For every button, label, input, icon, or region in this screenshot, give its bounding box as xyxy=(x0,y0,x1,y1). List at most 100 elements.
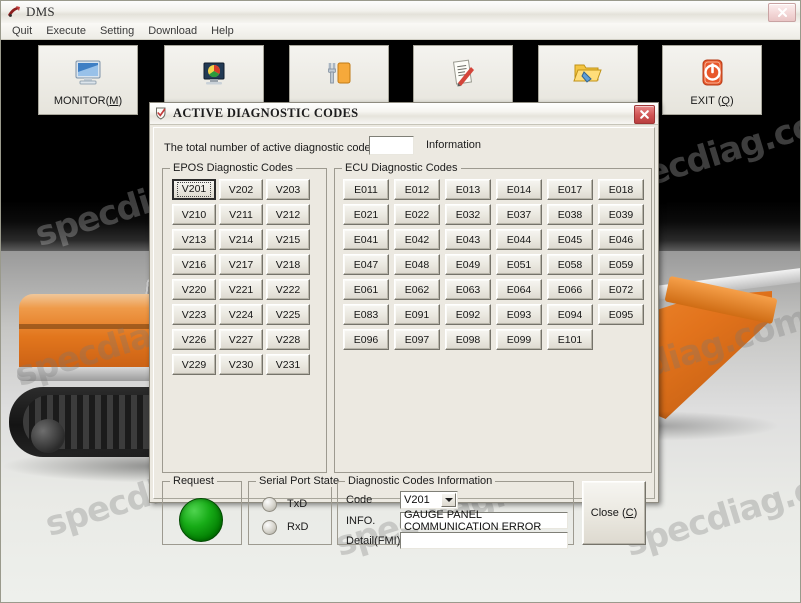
ecu-code-button[interactable]: E048 xyxy=(394,254,440,275)
epos-code-button[interactable]: V220 xyxy=(172,279,216,300)
ecu-code-button[interactable]: E038 xyxy=(547,204,593,225)
ecu-code-button[interactable]: E058 xyxy=(547,254,593,275)
menu-item-download[interactable]: Download xyxy=(141,24,204,38)
ecu-code-button[interactable]: E046 xyxy=(598,229,644,250)
ecu-code-button[interactable]: E093 xyxy=(496,304,542,325)
epos-code-button[interactable]: V228 xyxy=(266,329,310,350)
ecu-code-button[interactable]: E094 xyxy=(547,304,593,325)
ecu-code-button[interactable]: E045 xyxy=(547,229,593,250)
ecu-code-button[interactable]: E059 xyxy=(598,254,644,275)
dialog-close-icon-button[interactable] xyxy=(634,105,655,124)
toolbar-button-monitor[interactable]: MONITOR(M) xyxy=(38,45,138,115)
epos-code-button[interactable]: V218 xyxy=(266,254,310,275)
ecu-code-button[interactable]: E043 xyxy=(445,229,491,250)
ecu-code-button[interactable]: E092 xyxy=(445,304,491,325)
epos-code-button[interactable]: V223 xyxy=(172,304,216,325)
ecu-code-button[interactable]: E063 xyxy=(445,279,491,300)
code-dropdown[interactable]: V201 xyxy=(400,491,458,509)
request-group: Request xyxy=(162,475,242,545)
ecu-code-button-label: E045 xyxy=(557,233,583,246)
epos-code-button[interactable]: V231 xyxy=(266,354,310,375)
epos-code-button[interactable]: V224 xyxy=(219,304,263,325)
epos-code-button[interactable]: V203 xyxy=(266,179,310,200)
menu-item-setting[interactable]: Setting xyxy=(93,24,141,38)
ecu-code-button-label: E097 xyxy=(404,333,430,346)
chart-monitor-icon xyxy=(197,58,231,88)
ecu-code-button[interactable]: E097 xyxy=(394,329,440,350)
detail-fmi-field[interactable] xyxy=(400,532,568,549)
ecu-code-button-label: E096 xyxy=(353,333,379,346)
window-close-button[interactable] xyxy=(768,3,796,22)
ecu-code-button[interactable]: E022 xyxy=(394,204,440,225)
ecu-code-button[interactable]: E095 xyxy=(598,304,644,325)
ecu-code-button[interactable]: E066 xyxy=(547,279,593,300)
ecu-code-button[interactable]: E091 xyxy=(394,304,440,325)
ecu-code-button[interactable]: E047 xyxy=(343,254,389,275)
epos-code-button[interactable]: V229 xyxy=(172,354,216,375)
information-label: Information xyxy=(426,139,482,151)
ecu-code-button[interactable]: E014 xyxy=(496,179,542,200)
epos-code-button[interactable]: V210 xyxy=(172,204,216,225)
ecu-code-button[interactable]: E032 xyxy=(445,204,491,225)
epos-code-button[interactable]: V227 xyxy=(219,329,263,350)
epos-code-button[interactable]: V202 xyxy=(219,179,263,200)
chevron-down-icon[interactable] xyxy=(441,493,456,507)
ecu-code-button[interactable]: E098 xyxy=(445,329,491,350)
epos-code-button-label: V201 xyxy=(176,182,212,197)
epos-code-button[interactable]: V216 xyxy=(172,254,216,275)
ecu-code-button[interactable]: E096 xyxy=(343,329,389,350)
epos-code-button[interactable]: V212 xyxy=(266,204,310,225)
shield-check-icon xyxy=(154,106,169,121)
total-codes-field[interactable] xyxy=(369,136,414,155)
ecu-code-button[interactable]: E101 xyxy=(547,329,593,350)
ecu-code-button[interactable]: E041 xyxy=(343,229,389,250)
epos-code-button[interactable]: V225 xyxy=(266,304,310,325)
epos-code-button[interactable]: V226 xyxy=(172,329,216,350)
epos-code-button[interactable]: V213 xyxy=(172,229,216,250)
info-value-field[interactable]: GAUGE PANEL COMMUNICATION ERROR xyxy=(400,509,568,533)
request-lamp[interactable] xyxy=(179,498,223,542)
ecu-code-button[interactable]: E021 xyxy=(343,204,389,225)
ecu-code-button[interactable]: E062 xyxy=(394,279,440,300)
ecu-code-button[interactable]: E072 xyxy=(598,279,644,300)
ecu-code-button[interactable]: E064 xyxy=(496,279,542,300)
ecu-code-button[interactable]: E011 xyxy=(343,179,389,200)
ecu-code-button-label: E037 xyxy=(506,208,532,221)
ecu-code-button[interactable]: E049 xyxy=(445,254,491,275)
ecu-code-button-label: E021 xyxy=(353,208,379,221)
epos-code-button[interactable]: V221 xyxy=(219,279,263,300)
epos-code-button[interactable]: V230 xyxy=(219,354,263,375)
ecu-code-button[interactable]: E051 xyxy=(496,254,542,275)
ecu-code-button-label: E039 xyxy=(608,208,634,221)
ecu-code-button[interactable]: E018 xyxy=(598,179,644,200)
menu-item-quit[interactable]: Quit xyxy=(5,24,39,38)
epos-code-button[interactable]: V214 xyxy=(219,229,263,250)
ecu-code-button[interactable]: E017 xyxy=(547,179,593,200)
ecu-code-button[interactable]: E099 xyxy=(496,329,542,350)
epos-code-button[interactable]: V215 xyxy=(266,229,310,250)
epos-code-button[interactable]: V217 xyxy=(219,254,263,275)
epos-code-button[interactable]: V222 xyxy=(266,279,310,300)
ecu-code-button[interactable]: E083 xyxy=(343,304,389,325)
epos-code-button-label: V226 xyxy=(181,333,207,346)
window-titlebar: DMS xyxy=(1,1,800,24)
menu-item-help[interactable]: Help xyxy=(204,24,241,38)
epos-code-button-label: V215 xyxy=(275,233,301,246)
ecu-code-button[interactable]: E042 xyxy=(394,229,440,250)
ecu-code-button-label: E014 xyxy=(506,183,532,196)
ecu-code-button[interactable]: E061 xyxy=(343,279,389,300)
ecu-code-button[interactable]: E012 xyxy=(394,179,440,200)
ecu-code-button[interactable]: E039 xyxy=(598,204,644,225)
ecu-code-button[interactable]: E037 xyxy=(496,204,542,225)
epos-code-button[interactable]: V201 xyxy=(172,179,216,200)
epos-code-button[interactable]: V211 xyxy=(219,204,263,225)
open-folder-icon xyxy=(571,58,605,88)
ecu-code-button[interactable]: E013 xyxy=(445,179,491,200)
menu-item-execute[interactable]: Execute xyxy=(39,24,93,38)
info-label: INFO. xyxy=(346,515,376,527)
ecu-code-button[interactable]: E044 xyxy=(496,229,542,250)
ecu-code-button-label: E051 xyxy=(506,258,532,271)
serial-port-state-group: Serial Port State TxD RxD xyxy=(248,475,343,545)
close-button[interactable]: Close (C) xyxy=(582,481,646,545)
toolbar-button-exit[interactable]: EXIT (Q) xyxy=(662,45,762,115)
